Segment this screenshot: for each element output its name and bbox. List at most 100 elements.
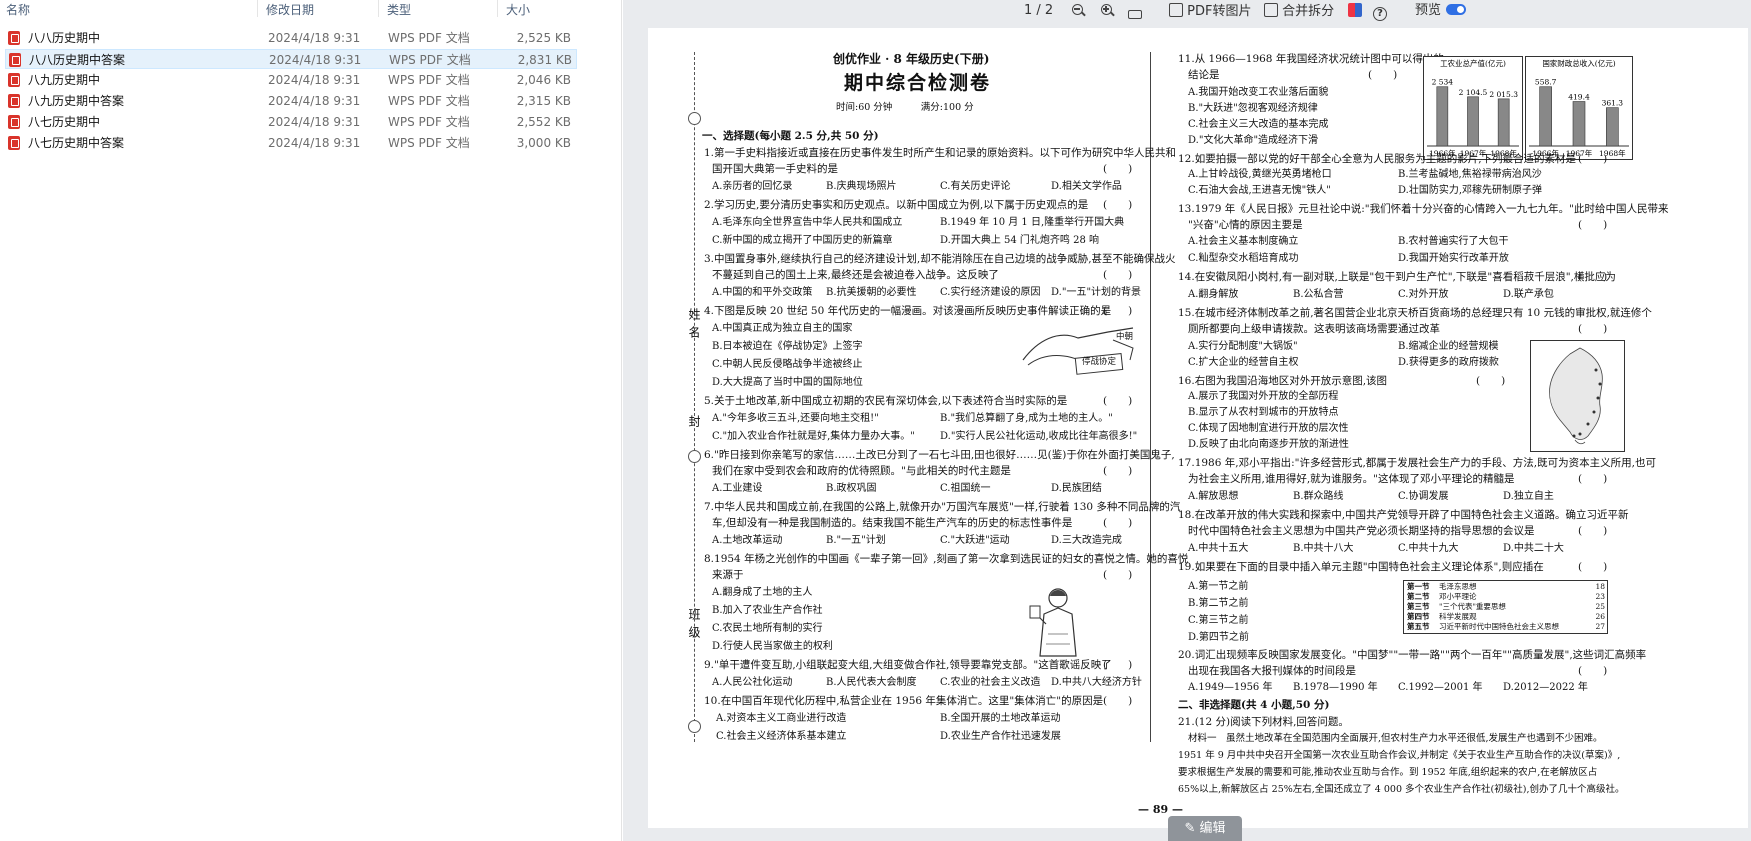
file-date: 2024/4/18 9:31 (268, 31, 361, 45)
column-separator[interactable] (497, 0, 498, 17)
file-row[interactable]: 八九历史期中 2024/4/18 9:31 WPS PDF 文档 2,046 K… (5, 70, 577, 90)
option: A.翻身解放 (1188, 289, 1239, 300)
column-separator[interactable] (378, 0, 379, 17)
answer-paren: ( ) (1103, 695, 1133, 707)
column-header-type[interactable]: 类型 (387, 1, 411, 18)
question-1-cont: 国开国大典第一手史料的是 (712, 163, 838, 175)
option: B.加入了农业生产合作社 (712, 605, 823, 616)
pdf-viewer: 1 / 2 PDF转图片 合并拆分 ? 预览 姓名 封 班级 创优作业 · 8 … (623, 0, 1751, 841)
option: D.壮国防实力,邓稼先研制原子弹 (1398, 185, 1543, 196)
option: C.中朝人民反侵略战争半途被终止 (712, 359, 863, 370)
armistice-cartoon (1022, 327, 1134, 375)
binding-class-label: 班级 (687, 608, 701, 644)
option: D.大大提高了当时中国的国际地位 (712, 377, 863, 388)
answer-paren: ( ) (1578, 153, 1608, 165)
question-7-cont: 车,但却没有一种是我国制造的。结束我国不能生产汽车的历史的标志性事件是 (712, 517, 1073, 529)
paper-title: 期中综合检测卷 (844, 72, 992, 94)
pdf-file-icon (8, 94, 20, 108)
chart-industrial-agricultural-output: 工农业总产值(亿元)2 5341966年2 104.51967年2 015.31… (1423, 56, 1523, 160)
page-indicator[interactable]: 1 / 2 (1024, 3, 1053, 19)
option: A."今年多收三五斗,还要向地主交租!" (712, 413, 879, 424)
material-1-line: 要求根据生产发展的需要和可能,推动农业互助与合作。到 1952 年底,组织起来的… (1178, 767, 1598, 778)
question-1: 1.第一手史料指接近或直接在历史事件发生时所产生和记录的原始资料。以下可作为研究… (704, 147, 1177, 159)
pdf-page[interactable]: 姓名 封 班级 创优作业 · 8 年级历史(下册) 期中综合检测卷 时间:60 … (648, 28, 1748, 828)
option: C.中共十九大 (1398, 543, 1459, 554)
file-name: 八八历史期中答案 (29, 53, 126, 67)
bar (1539, 86, 1552, 147)
option: C.新中国的成立揭开了中国历史的新篇章 (712, 235, 893, 246)
file-size: 3,000 KB (516, 136, 571, 150)
option: B."一五"计划 (826, 535, 886, 546)
bar (1572, 101, 1586, 147)
question-3-cont: 不蔓延到自己的国土上来,最终还是会被迫卷入战争。这反映了 (712, 269, 999, 281)
option: C."大跃进"运动 (940, 535, 1010, 546)
preview-toggle[interactable] (1446, 3, 1466, 19)
merge-split-icon (1264, 3, 1278, 17)
option: B.全国开展的土地改革运动 (940, 713, 1061, 724)
question-2: 2.学习历史,要分清历史事实和历史观点。以新中国成立为例,以下属于历史观点的是 (704, 199, 1089, 211)
file-row[interactable]: 八九历史期中答案 2024/4/18 9:31 WPS PDF 文档 2,315… (5, 91, 577, 111)
merge-split-button[interactable]: 合并拆分 (1264, 3, 1334, 19)
option: B.显示了从农村到城市的开放特点 (1188, 407, 1339, 418)
help-button[interactable]: ? (1373, 3, 1387, 21)
data-label: 419.4 (1568, 93, 1590, 102)
answer-paren: ( ) (1103, 305, 1133, 317)
edit-button[interactable]: ✎ 编辑 (1168, 816, 1242, 841)
file-row-selected[interactable]: 八八历史期中答案 2024/4/18 9:31 WPS PDF 文档 2,831… (5, 49, 577, 69)
option: D.联产承包 (1503, 289, 1554, 300)
chart-fiscal-revenue: 国家财政总收入(亿元)558.71966年419.41967年361.31968… (1525, 56, 1633, 160)
file-date: 2024/4/18 9:31 (268, 94, 361, 108)
merge-split-label: 合并拆分 (1282, 4, 1335, 19)
zoom-in-button[interactable] (1100, 3, 1114, 19)
preview-label: 预览 (1415, 3, 1442, 18)
option: A.对资本主义工商业进行改造 (716, 713, 847, 724)
file-row[interactable]: 八八历史期中 2024/4/18 9:31 WPS PDF 文档 2,525 K… (5, 28, 577, 48)
answer-paren: ( ) (1103, 569, 1133, 581)
option: A.实行分配制度"大锅饭" (1188, 341, 1298, 352)
option: B.兰考盐碱地,焦裕禄带病治风沙 (1398, 169, 1542, 180)
question-15-cont: 厕所都要向上级申请拨款。这表明该商场需要通过改革 (1188, 323, 1440, 335)
answer-paren: ( ) (1578, 525, 1608, 537)
material-1-line: 1951 年 9 月中共中央召开全国第一次农业互助合作会议,并制定《关于农业生产… (1178, 750, 1621, 761)
column-header-name[interactable]: 名称 (6, 1, 30, 18)
bar (1467, 96, 1479, 147)
file-row[interactable]: 八七历史期中答案 2024/4/18 9:31 WPS PDF 文档 3,000… (5, 133, 577, 153)
option: C.石油大会战,王进喜无愧"铁人" (1188, 185, 1331, 196)
option: C.祖国统一 (940, 483, 991, 494)
column-header-size[interactable]: 大小 (506, 1, 530, 18)
option: C.协调发展 (1398, 491, 1449, 502)
option: B.抗美援朝的必要性 (826, 287, 917, 298)
question-11: 11.从 1966—1968 年我国经济状况统计图中可以得出的 (1178, 53, 1444, 65)
option: B.中共十八大 (1293, 543, 1354, 554)
section-2-heading: 二、非选择题(共 4 小题,50 分) (1178, 699, 1330, 711)
file-size: 2,525 KB (516, 31, 571, 45)
column-separator[interactable] (257, 0, 258, 17)
answer-paren: ( ) (1578, 473, 1608, 485)
print-button[interactable] (1128, 3, 1142, 19)
time-score: 时间:60 分钟 满分:100 分 (836, 102, 974, 113)
image-icon (1169, 3, 1183, 17)
file-date: 2024/4/18 9:31 (269, 53, 362, 67)
chart-title: 国家财政总收入(亿元) (1542, 58, 1615, 68)
question-18: 18.在改革开放的伟大实践和探索中,中国共产党领导开辟了中国特色社会主义道路。确… (1178, 509, 1629, 521)
toc-row: 第四节 科学发展观 26 (1407, 612, 1605, 621)
bar (1436, 86, 1449, 147)
option: A.第一节之前 (1188, 581, 1249, 592)
exam-paper: 姓名 封 班级 创优作业 · 8 年级历史(下册) 期中综合检测卷 时间:60 … (648, 28, 1748, 828)
file-type: WPS PDF 文档 (388, 94, 470, 108)
file-row[interactable]: 八七历史期中 2024/4/18 9:31 WPS PDF 文档 2,552 K… (5, 112, 577, 132)
option: D.独立自主 (1503, 491, 1554, 502)
column-header-date[interactable]: 修改日期 (266, 1, 314, 18)
edit-button-label: 编辑 (1199, 821, 1226, 836)
pdf-to-image-button[interactable]: PDF转图片 (1169, 3, 1251, 19)
zoom-out-button[interactable] (1071, 3, 1085, 19)
pdf-file-icon (8, 136, 20, 150)
bar (1606, 107, 1619, 147)
file-type: WPS PDF 文档 (388, 73, 470, 87)
option: A.工业建设 (712, 483, 763, 494)
option: C.体现了因地制宜进行开放的层次性 (1188, 423, 1349, 434)
option: D.中共二十大 (1503, 543, 1564, 554)
apps-button[interactable] (1348, 3, 1362, 19)
zoom-out-icon (1071, 3, 1085, 17)
option: D.民族团结 (1051, 483, 1102, 494)
